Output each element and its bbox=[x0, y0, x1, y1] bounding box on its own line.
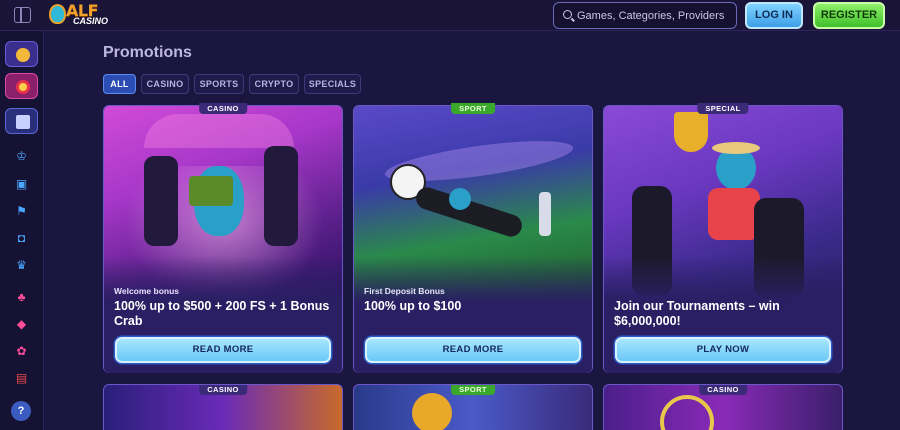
search-input[interactable] bbox=[577, 8, 732, 24]
filter-casino[interactable]: CASINO bbox=[141, 74, 189, 94]
card-icon[interactable]: ▤ bbox=[15, 372, 28, 385]
filter-sports[interactable]: SPORTS bbox=[194, 74, 244, 94]
promo-card-casino[interactable]: CASINO Welcome bonus 100% up to $500 + 2… bbox=[103, 103, 343, 373]
crown-icon[interactable]: ♛ bbox=[15, 259, 28, 272]
filter-crypto[interactable]: CRYPTO bbox=[249, 74, 299, 94]
category-tag: CASINO bbox=[199, 103, 247, 114]
play-now-button[interactable]: PLAY NOW bbox=[615, 337, 831, 363]
filter-all[interactable]: ALL bbox=[103, 74, 136, 94]
promo-title: 100% up to $500 + 200 FS + 1 Bonus Crab bbox=[114, 299, 330, 328]
wheel-icon bbox=[660, 395, 714, 430]
help-icon[interactable]: ? bbox=[11, 401, 31, 421]
sidebar-toggle-icon[interactable] bbox=[14, 7, 31, 23]
read-more-button[interactable]: READ MORE bbox=[115, 337, 331, 363]
search-box[interactable] bbox=[553, 2, 737, 29]
logo-subtext: CASINO bbox=[73, 16, 109, 26]
sidebar: ♔ ▣ ⚑ ◘ ♛ ♣ ◆ ✿ ▤ ? bbox=[0, 31, 44, 430]
promo-subtitle: Welcome bonus bbox=[114, 286, 180, 296]
category-tag: CASINO bbox=[199, 385, 247, 395]
promo-image-sport bbox=[354, 106, 592, 302]
login-button[interactable]: LOG IN bbox=[745, 2, 803, 29]
promo-card-casino-3[interactable]: CASINO bbox=[603, 384, 843, 430]
coin-icon bbox=[16, 48, 30, 62]
wheel-icon bbox=[16, 80, 30, 94]
promo-image-special bbox=[604, 106, 842, 302]
flag-icon[interactable]: ⚑ bbox=[15, 205, 28, 218]
cherries-icon[interactable]: ♣ bbox=[15, 291, 28, 304]
category-tag: SPORT bbox=[451, 103, 495, 114]
promo-card-casino-2[interactable]: CASINO bbox=[103, 384, 343, 430]
category-tag: SPECIAL bbox=[697, 103, 749, 114]
bitcoin-icon bbox=[412, 393, 452, 430]
promo-title: 100% up to $100 bbox=[364, 299, 462, 313]
promo-title: Join our Tournaments – win $6,000,000! bbox=[614, 299, 780, 328]
category-tag: SPORT bbox=[451, 385, 495, 395]
sidebar-item-wheel[interactable] bbox=[5, 73, 38, 99]
promo-card-special[interactable]: SPECIAL Join our Tournaments – win $6,00… bbox=[603, 103, 843, 373]
promo-subtitle: First Deposit Bonus bbox=[364, 286, 445, 296]
logo-mascot-icon bbox=[49, 4, 66, 24]
trophy-icon[interactable]: ♔ bbox=[15, 150, 28, 163]
promo-card-sport[interactable]: SPORT First Deposit Bonus 100% up to $10… bbox=[353, 103, 593, 373]
bag-icon[interactable]: ◘ bbox=[15, 232, 28, 245]
gift-icon bbox=[16, 115, 30, 129]
logo[interactable]: ALF CASINO bbox=[46, 1, 109, 31]
top-bar: ALF CASINO LOG IN REGISTER bbox=[0, 0, 900, 31]
dice-icon[interactable]: ◆ bbox=[15, 318, 28, 331]
sidebar-item-coin[interactable] bbox=[5, 41, 38, 67]
filter-specials[interactable]: SPECIALS bbox=[304, 74, 361, 94]
briefcase-icon[interactable]: ▣ bbox=[15, 178, 28, 191]
promo-image-casino bbox=[104, 106, 342, 302]
register-button[interactable]: REGISTER bbox=[813, 2, 885, 29]
read-more-button[interactable]: READ MORE bbox=[365, 337, 581, 363]
sidebar-item-gift[interactable] bbox=[5, 108, 38, 134]
clover-icon[interactable]: ✿ bbox=[15, 345, 28, 358]
page-title: Promotions bbox=[103, 44, 192, 61]
search-icon bbox=[563, 10, 572, 19]
promo-card-sport-2[interactable]: SPORT bbox=[353, 384, 593, 430]
category-tag: CASINO bbox=[699, 385, 747, 395]
